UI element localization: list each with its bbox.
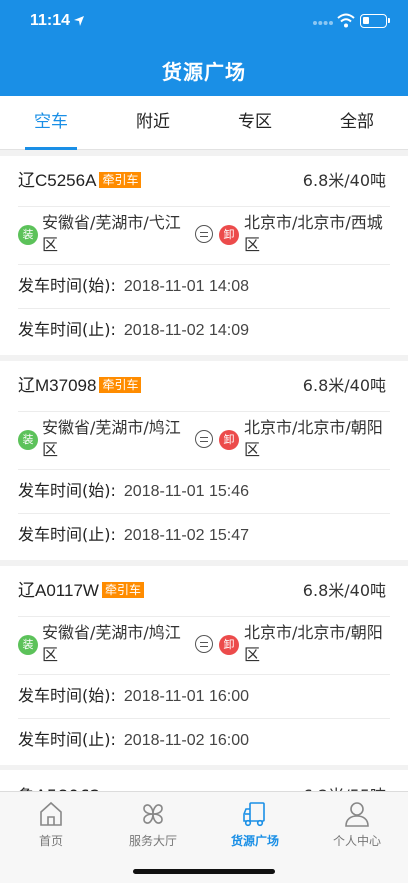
depart-start-time: 2018-11-01 15:46 [123, 483, 250, 500]
plate-number: 辽C5256A [18, 171, 97, 190]
vehicle-type-badge: 牵引车 [99, 377, 142, 393]
tab-all[interactable]: 全部 [306, 96, 408, 150]
origin-address: 安徽省/芜湖市/鸠江区 [42, 418, 181, 459]
status-bar: 11:14 [0, 0, 408, 44]
origin-address: 安徽省/芜湖市/鸠江区 [42, 623, 181, 664]
depart-start-row: 发车时间(始): 2018-11-01 15:46 [18, 481, 250, 500]
home-indicator [133, 869, 275, 874]
page-title: 货源广场 [162, 60, 246, 84]
equals-icon [195, 635, 213, 653]
nav-home[interactable]: 首页 [0, 792, 102, 852]
divider [18, 616, 390, 617]
tab-zone[interactable]: 专区 [204, 96, 306, 150]
plate-number: 辽M37098 [18, 376, 97, 395]
location-arrow-icon [74, 16, 84, 26]
service-hall-icon [143, 804, 163, 824]
truck-icon [243, 802, 265, 827]
depart-end-time: 2018-11-02 16:00 [123, 732, 250, 749]
depart-end-row: 发车时间(止): 2018-11-02 14:09 [18, 320, 250, 339]
unload-icon: 卸 [219, 225, 239, 245]
depart-end-row: 发车时间(止): 2018-11-02 15:47 [18, 525, 250, 544]
equals-icon [195, 430, 213, 448]
load-icon: 装 [18, 225, 38, 245]
depart-end-row: 发车时间(止): 2018-11-02 16:00 [18, 730, 250, 749]
vehicle-type-badge: 牵引车 [99, 172, 142, 188]
destination-address: 北京市/北京市/西城区 [244, 213, 383, 254]
unload-icon: 卸 [219, 430, 239, 450]
load-icon: 装 [18, 635, 38, 655]
depart-start-time: 2018-11-01 14:08 [123, 278, 250, 295]
battery-icon [360, 14, 390, 28]
signal-icon [313, 21, 333, 25]
route: 装 安徽省/芜湖市/鸠江区 卸 北京市/北京市/朝阳区 [18, 416, 390, 464]
tab-nearby[interactable]: 附近 [102, 96, 204, 150]
tab-bar: 空车 附近 专区 全部 [0, 96, 408, 150]
depart-start-row: 发车时间(始): 2018-11-01 16:00 [18, 686, 250, 705]
vehicle-type-badge: 牵引车 [101, 582, 144, 598]
vehicle-card[interactable]: 辽M37098 牵引车 6.8米/40吨 装 安徽省/芜湖市/鸠江区 卸 北京市/… [0, 361, 408, 560]
depart-end-time: 2018-11-02 14:09 [123, 322, 250, 339]
depart-start-time: 2018-11-01 16:00 [123, 688, 250, 705]
depart-start-row: 发车时间(始): 2018-11-01 14:08 [18, 276, 250, 295]
vehicle-card[interactable]: 辽C5256A 牵引车 6.8米/40吨 装 安徽省/芜湖市/弋江区 卸 北京市/… [0, 156, 408, 355]
plate-number: 辽A0117W [18, 581, 99, 600]
vehicle-spec: 6.8米/40吨 [302, 376, 386, 395]
nav-service-hall[interactable]: 服务大厅 [102, 792, 204, 852]
load-icon: 装 [18, 430, 38, 450]
route: 装 安徽省/芜湖市/弋江区 卸 北京市/北京市/西城区 [18, 211, 390, 259]
nav-cargo-square[interactable]: 货源广场 [204, 792, 306, 852]
origin-address: 安徽省/芜湖市/弋江区 [42, 213, 181, 254]
divider [18, 411, 390, 412]
home-icon [40, 801, 62, 826]
destination-address: 北京市/北京市/朝阳区 [244, 418, 383, 459]
vehicle-card[interactable]: 辽A0117W 牵引车 6.8米/40吨 装 安徽省/芜湖市/鸠江区 卸 北京市/… [0, 566, 408, 765]
wifi-icon [337, 13, 355, 28]
unload-icon: 卸 [219, 635, 239, 655]
user-icon [345, 802, 369, 827]
nav-personal-center[interactable]: 个人中心 [306, 792, 408, 852]
status-time: 11:14 [30, 12, 71, 29]
route: 装 安徽省/芜湖市/鸠江区 卸 北京市/北京市/朝阳区 [18, 621, 390, 669]
destination-address: 北京市/北京市/朝阳区 [244, 623, 383, 664]
equals-icon [195, 225, 213, 243]
vehicle-spec: 6.8米/40吨 [302, 171, 386, 190]
divider [18, 206, 390, 207]
depart-end-time: 2018-11-02 15:47 [123, 527, 250, 544]
app-header: 11:14 货源广场 [0, 0, 408, 96]
tab-empty-truck[interactable]: 空车 [0, 96, 102, 150]
vehicle-spec: 6.8米/40吨 [302, 581, 386, 600]
